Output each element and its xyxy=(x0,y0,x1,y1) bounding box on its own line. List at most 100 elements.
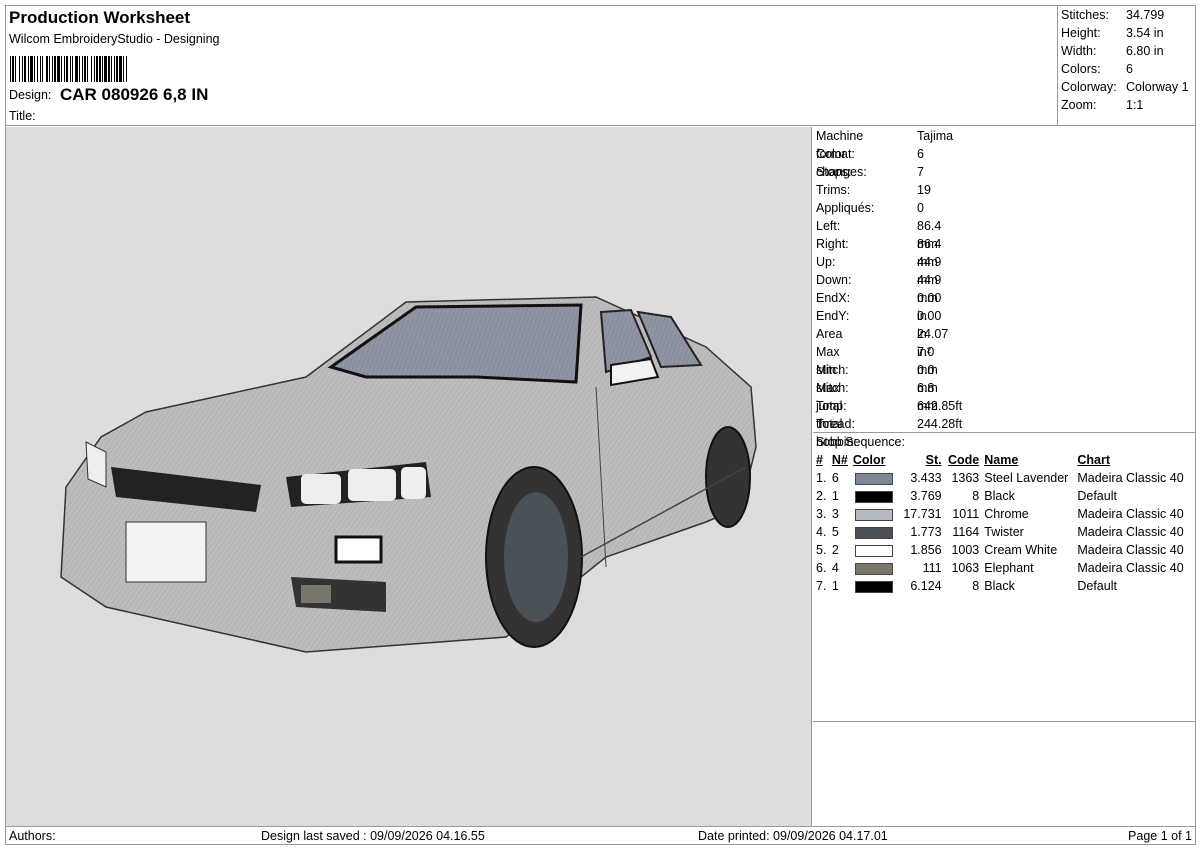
page-number: Page 1 of 1 xyxy=(1128,829,1192,843)
color-swatch xyxy=(854,544,893,557)
info-value: 19 xyxy=(917,183,931,197)
row-index: 3. xyxy=(816,507,827,521)
row-stitches: 6.124 xyxy=(910,579,942,593)
row-index: 1. xyxy=(816,471,827,485)
stop-sequence-table: # N# Color St. Code Name Chart 1. 6 3.433 1… xyxy=(813,451,1195,595)
col-header-chart: Chart xyxy=(1077,453,1111,467)
row-needle: 2 xyxy=(831,543,839,557)
info-label: Down: xyxy=(816,273,852,287)
stat-value: 6.80 in xyxy=(1126,44,1164,58)
table-row: 3. 3 17.731 1011 Chrome Madeira Classic 40 xyxy=(813,505,1195,523)
info-value: 6 xyxy=(917,147,924,161)
row-needle: 1 xyxy=(831,489,839,503)
row-code: 1003 xyxy=(951,543,980,557)
date-printed-text: Date printed: 09/09/2026 04.17.01 xyxy=(698,829,888,843)
row-stitches: 3.769 xyxy=(910,489,942,503)
title-label: Title: xyxy=(9,109,36,123)
stat-label: Colors: xyxy=(1061,62,1101,76)
stat-row: Width: 6.80 in xyxy=(1058,42,1196,60)
row-index: 6. xyxy=(816,561,827,575)
col-header-stitches: St. xyxy=(925,453,942,467)
row-code: 1164 xyxy=(952,525,980,539)
col-header-code: Code xyxy=(948,453,980,467)
table-row: 4. 5 1.773 1164 Twister Madeira Classic 40 xyxy=(813,523,1195,541)
color-swatch xyxy=(854,490,893,503)
color-swatch xyxy=(854,562,893,575)
stat-value: 3.54 in xyxy=(1126,26,1164,40)
col-header-name: Name xyxy=(984,453,1019,467)
row-index: 5. xyxy=(816,543,827,557)
design-info-panel: Machine format: Tajima Color changes: 6 St… xyxy=(813,127,1195,826)
row-chart: Madeira Classic 40 xyxy=(1077,471,1184,485)
row-stitches: 1.856 xyxy=(910,543,942,557)
info-label: Right: xyxy=(816,237,849,251)
stat-label: Width: xyxy=(1061,44,1097,58)
row-needle: 3 xyxy=(831,507,839,521)
row-stitches: 111 xyxy=(922,561,942,575)
info-label: Trims: xyxy=(816,183,851,197)
row-chart: Madeira Classic 40 xyxy=(1077,543,1184,557)
col-header-index: # xyxy=(816,453,823,467)
worksheet-title: Production Worksheet xyxy=(9,8,191,27)
row-color-swatch xyxy=(853,469,900,487)
color-swatch xyxy=(854,526,893,539)
design-preview xyxy=(6,127,812,826)
stop-sequence-title: Stop Sequence: xyxy=(816,435,905,449)
design-label: Design: xyxy=(9,88,52,102)
row-name: Black xyxy=(984,579,1015,593)
stat-row: Zoom: 1:1 xyxy=(1058,96,1196,114)
row-code: 8 xyxy=(972,489,980,503)
stat-value: 1:1 xyxy=(1126,98,1144,112)
row-chart: Madeira Classic 40 xyxy=(1077,525,1184,539)
info-value: 7 xyxy=(917,165,924,179)
stat-row: Colorway: Colorway 1 xyxy=(1058,78,1196,96)
row-name: Twister xyxy=(984,525,1024,539)
row-index: 2. xyxy=(816,489,827,503)
row-code: 1011 xyxy=(952,507,980,521)
col-header-color: Color xyxy=(852,453,886,467)
info-label: Area xyxy=(816,327,843,341)
stat-value: Colorway 1 xyxy=(1126,80,1189,94)
info-label: Left: xyxy=(816,219,841,233)
stat-label: Colorway: xyxy=(1061,80,1117,94)
info-value: 642.85ft xyxy=(917,399,963,413)
row-color-swatch xyxy=(853,559,900,577)
stat-row: Height: 3.54 in xyxy=(1058,24,1196,42)
row-chart: Madeira Classic 40 xyxy=(1077,561,1184,575)
row-name: Cream White xyxy=(984,543,1058,557)
row-code: 1063 xyxy=(951,561,980,575)
authors-label: Authors: xyxy=(9,829,56,843)
row-code: 8 xyxy=(972,579,980,593)
color-swatch xyxy=(854,508,893,521)
design-name: CAR 080926 6,8 IN xyxy=(60,85,209,104)
table-row: 6. 4 111 1063 Elephant Madeira Classic 40 xyxy=(813,559,1195,577)
row-name: Elephant xyxy=(984,561,1034,575)
stat-row: Colors: 6 xyxy=(1058,60,1196,78)
car-embroidery-image xyxy=(60,296,757,653)
row-needle: 1 xyxy=(831,579,839,593)
row-stitches: 1.773 xyxy=(910,525,942,539)
row-index: 7. xyxy=(816,579,827,593)
info-value: Tajima xyxy=(917,129,954,143)
row-needle: 6 xyxy=(831,471,839,485)
row-code: 1363 xyxy=(951,471,980,485)
row-name: Steel Lavender xyxy=(984,471,1069,485)
worksheet-footer: Authors: Design last saved : 09/09/2026 … xyxy=(5,826,1196,845)
info-label: Up: xyxy=(816,255,836,269)
row-chart: Default xyxy=(1077,489,1117,503)
row-stitches: 3.433 xyxy=(910,471,942,485)
color-swatch xyxy=(854,472,893,485)
stat-value: 34.799 xyxy=(1126,8,1165,22)
row-color-swatch xyxy=(853,505,900,523)
color-swatch xyxy=(854,580,893,593)
summary-stats: Stitches: 34.799 Height: 3.54 in Width: 6.8… xyxy=(1057,5,1196,125)
row-color-swatch xyxy=(853,523,900,541)
stat-row: Stitches: 34.799 xyxy=(1058,6,1196,24)
last-saved-text: Design last saved : 09/09/2026 04.16.55 xyxy=(261,829,485,843)
row-needle: 4 xyxy=(831,561,839,575)
stat-label: Zoom: xyxy=(1061,98,1097,112)
info-label: Stops: xyxy=(816,165,852,179)
row-color-swatch xyxy=(853,541,900,559)
row-name: Chrome xyxy=(984,507,1029,521)
stat-label: Stitches: xyxy=(1061,8,1109,22)
